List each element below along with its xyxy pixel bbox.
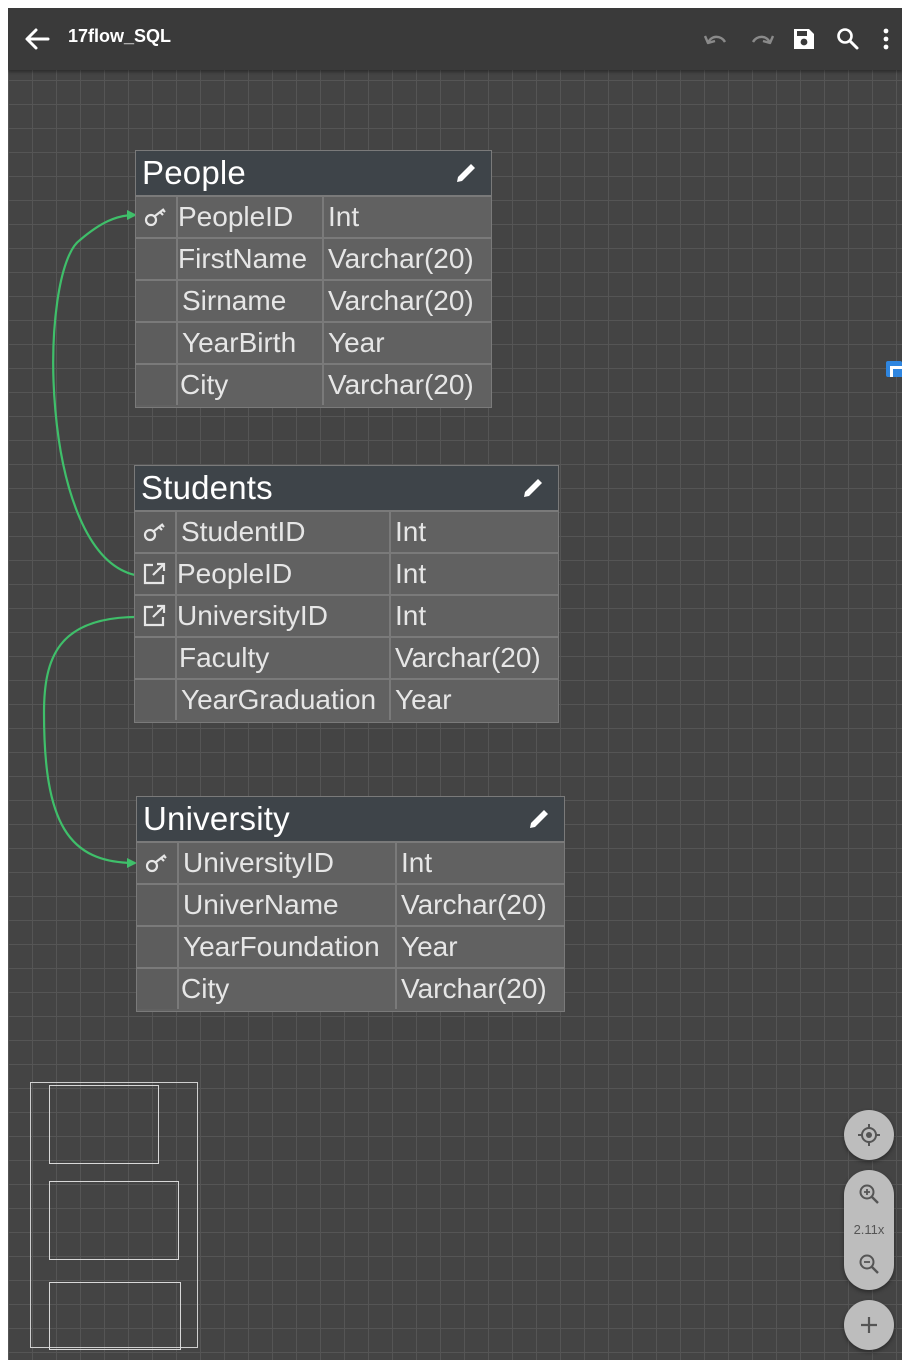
column-type: Varchar(20) — [328, 285, 474, 316]
table-row[interactable]: UniversityID Int — [135, 594, 558, 638]
zoom-level: 2.11x — [853, 1222, 885, 1237]
undo-icon[interactable] — [702, 25, 730, 53]
column-type: Varchar(20) — [401, 973, 547, 1004]
offscreen-table-icon[interactable] — [884, 358, 902, 380]
table-row[interactable]: PeopleID Int — [135, 552, 558, 596]
column-type: Int — [328, 201, 360, 232]
edit-pencil-icon[interactable] — [525, 805, 553, 833]
more-vert-icon[interactable] — [876, 25, 896, 53]
foreign-key-icon — [135, 554, 177, 594]
empty-key-cell — [136, 365, 178, 405]
empty-key-cell — [136, 323, 178, 363]
table-row[interactable]: PeopleID Int — [136, 195, 491, 239]
column-type: Int — [395, 558, 427, 589]
redo-icon[interactable] — [748, 25, 776, 53]
table-row[interactable]: City Varchar(20) — [136, 363, 491, 407]
column-name: Faculty — [179, 642, 270, 673]
table-row[interactable]: YearBirth Year — [136, 321, 491, 365]
diagram-title: 17flow_SQL — [68, 26, 172, 46]
minimap-table-people — [49, 1085, 159, 1164]
column-name: YearFoundation — [183, 931, 380, 962]
column-type: Int — [395, 600, 427, 631]
column-type: Int — [395, 516, 427, 547]
edit-pencil-icon[interactable] — [452, 159, 480, 187]
empty-key-cell — [137, 969, 179, 1009]
table-university[interactable]: University UniversityID Int UniverName V… — [136, 796, 565, 1012]
column-name: PeopleID — [178, 201, 294, 232]
column-name: City — [181, 973, 230, 1004]
minimap[interactable] — [30, 1082, 198, 1350]
relation-line-university — [42, 615, 137, 868]
minimap-table-students — [49, 1181, 179, 1260]
empty-key-cell — [135, 680, 177, 720]
column-type: Varchar(20) — [395, 642, 541, 673]
table-row[interactable]: YearGraduation Year — [135, 678, 558, 722]
column-name: PeopleID — [177, 558, 293, 589]
table-row[interactable]: Faculty Varchar(20) — [135, 636, 558, 680]
table-name: Students — [141, 469, 273, 506]
column-name: YearGraduation — [181, 684, 377, 715]
zoom-controls: 2.11x — [844, 1170, 894, 1290]
empty-key-cell — [136, 281, 178, 321]
foreign-key-icon — [135, 596, 177, 636]
table-header: Students — [135, 466, 558, 512]
zoom-out-icon[interactable] — [857, 1252, 881, 1276]
column-type: Varchar(20) — [401, 889, 547, 920]
column-type: Year — [395, 684, 452, 715]
column-name: UniversityID — [177, 600, 328, 631]
minimap-table-university — [49, 1282, 181, 1350]
table-row[interactable]: FirstName Varchar(20) — [136, 237, 491, 281]
column-name: City — [180, 369, 229, 400]
primary-key-icon — [136, 197, 178, 237]
column-name: StudentID — [181, 516, 306, 547]
search-icon[interactable] — [834, 25, 862, 53]
table-row[interactable]: StudentID Int — [135, 510, 558, 554]
table-name: University — [143, 800, 290, 837]
relation-line-people — [52, 210, 137, 577]
empty-key-cell — [137, 885, 179, 925]
column-type: Year — [328, 327, 385, 358]
table-people[interactable]: People PeopleID Int FirstName Varchar(20… — [135, 150, 492, 408]
edit-pencil-icon[interactable] — [519, 474, 547, 502]
column-type: Varchar(20) — [328, 243, 474, 274]
table-row[interactable]: YearFoundation Year — [137, 925, 564, 969]
app-window: 17flow_SQL People PeopleID Int FirstName… — [8, 8, 902, 1360]
empty-key-cell — [137, 927, 179, 967]
column-name: UniversityID — [183, 847, 334, 878]
primary-key-icon — [137, 843, 179, 883]
column-name: FirstName — [178, 243, 308, 274]
table-name: People — [142, 154, 246, 191]
primary-key-icon — [135, 512, 177, 552]
column-name: UniverName — [183, 889, 339, 920]
table-students[interactable]: Students StudentID Int PeopleID Int Univ… — [134, 465, 559, 723]
column-name: YearBirth — [182, 327, 297, 358]
arrow-back-icon[interactable] — [22, 24, 52, 54]
table-row[interactable]: City Varchar(20) — [137, 967, 564, 1011]
empty-key-cell — [136, 239, 178, 279]
table-row[interactable]: Sirname Varchar(20) — [136, 279, 491, 323]
column-type: Int — [401, 847, 433, 878]
app-bar: 17flow_SQL — [8, 8, 902, 70]
save-icon[interactable] — [790, 25, 818, 53]
table-header: University — [137, 797, 564, 843]
table-row[interactable]: UniversityID Int — [137, 841, 564, 885]
column-name: Sirname — [182, 285, 287, 316]
add-icon[interactable] — [844, 1300, 894, 1350]
my-location-icon[interactable] — [844, 1110, 894, 1160]
table-row[interactable]: UniverName Varchar(20) — [137, 883, 564, 927]
empty-key-cell — [135, 638, 177, 678]
zoom-in-icon[interactable] — [857, 1182, 881, 1206]
column-type: Year — [401, 931, 458, 962]
column-type: Varchar(20) — [328, 369, 474, 400]
table-header: People — [136, 151, 491, 197]
